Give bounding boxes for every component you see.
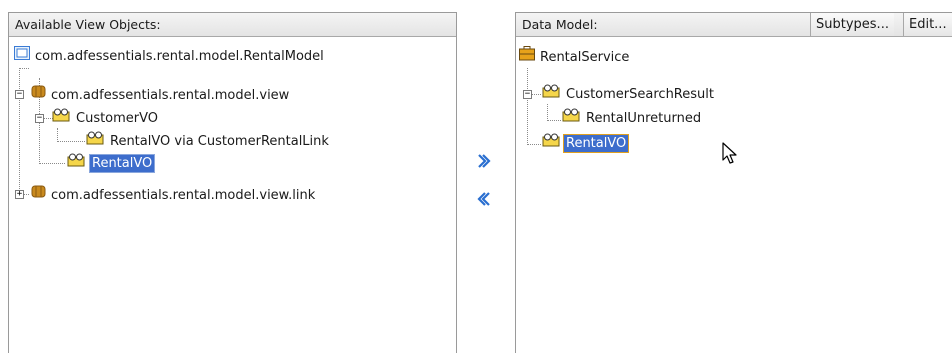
data-model-tree[interactable]: RentalService − CustomerSearchResult Ren… [516, 38, 952, 353]
tree-node-rental-unreturned[interactable]: RentalUnreturned [561, 108, 703, 128]
collapse-toggle-icon[interactable]: − [35, 114, 44, 123]
tree-node-label: RentalUnreturned [586, 111, 702, 126]
tree-node-rentalvo[interactable]: RentalVO [66, 153, 156, 174]
data-model-label: Data Model: [522, 17, 598, 32]
available-view-objects-panel: Available View Objects: com.adfessential… [8, 12, 457, 353]
collapse-toggle-icon[interactable]: − [523, 90, 532, 99]
view-object-instance-icon [541, 84, 561, 105]
tree-connector [57, 128, 58, 142]
tree-connector [527, 144, 541, 145]
tree-connector [57, 141, 85, 142]
tree-node-customer-search-result[interactable]: CustomerSearchResult [541, 84, 716, 104]
tree-node-rentalvo-via-link[interactable]: RentalVO via CustomerRentalLink [85, 131, 331, 151]
tree-node-view-package[interactable]: com.adfessentials.rental.model.view [31, 84, 291, 104]
available-view-objects-header: Available View Objects: [9, 13, 456, 37]
double-chevron-left-icon [476, 192, 492, 212]
tree-node-label: RentalVO [89, 154, 156, 173]
tree-node-label: com.adfessentials.rental.model.RentalMod… [35, 49, 324, 64]
tree-connector [547, 104, 548, 121]
view-object-icon [66, 153, 86, 174]
tree-node-label: CustomerVO [76, 111, 159, 126]
tree-node-label: RentalVO via CustomerRentalLink [110, 134, 329, 149]
view-object-shuttle-dialog: Available View Objects: com.adfessential… [0, 0, 952, 353]
remove-from-data-model-button[interactable] [476, 190, 492, 208]
tree-node-rentalvo-instance[interactable]: RentalVO [541, 133, 630, 154]
expand-toggle-icon[interactable]: + [15, 190, 24, 199]
tree-node-label: RentalVO [562, 134, 630, 153]
mouse-pointer-icon [722, 142, 738, 170]
tree-connector [39, 163, 65, 164]
view-object-instance-icon [561, 108, 581, 129]
tree-node-label: RentalService [540, 49, 630, 65]
package-icon [31, 84, 46, 106]
view-object-instance-icon [541, 133, 561, 154]
package-icon [31, 184, 46, 206]
view-object-icon [85, 131, 105, 152]
double-chevron-right-icon [476, 154, 492, 174]
data-model-panel: Data Model: Subtypes... Edit... RentalSe… [515, 12, 952, 353]
tree-node-label: com.adfessentials.rental.model.view [51, 87, 290, 103]
available-view-objects-tree[interactable]: com.adfessentials.rental.model.RentalMod… [9, 38, 456, 353]
application-module-briefcase-icon [519, 46, 535, 68]
collapse-toggle-icon[interactable]: − [15, 90, 24, 99]
data-model-header: Data Model: Subtypes... Edit... [516, 13, 952, 37]
available-view-objects-label: Available View Objects: [15, 17, 161, 32]
tree-node-label: com.adfessentials.rental.model.view.link [51, 187, 316, 203]
tree-node-view-link-package[interactable]: com.adfessentials.rental.model.view.link [31, 184, 317, 204]
tree-node-label: CustomerSearchResult [566, 87, 714, 102]
tree-node-customer-vo[interactable]: CustomerVO [51, 108, 160, 128]
add-to-data-model-button[interactable] [476, 152, 492, 170]
tree-connector [527, 68, 528, 145]
tree-connector [547, 120, 561, 121]
view-object-icon [51, 108, 71, 129]
tree-connector [19, 68, 20, 195]
subtypes-button[interactable]: Subtypes... [810, 13, 894, 36]
tree-node-rental-model[interactable]: com.adfessentials.rental.model.RentalMod… [14, 46, 326, 66]
tree-connector [19, 68, 29, 69]
tree-node-rental-service[interactable]: RentalService [519, 46, 631, 66]
edit-button[interactable]: Edit... [903, 13, 952, 36]
application-module-folder-icon [14, 46, 30, 67]
